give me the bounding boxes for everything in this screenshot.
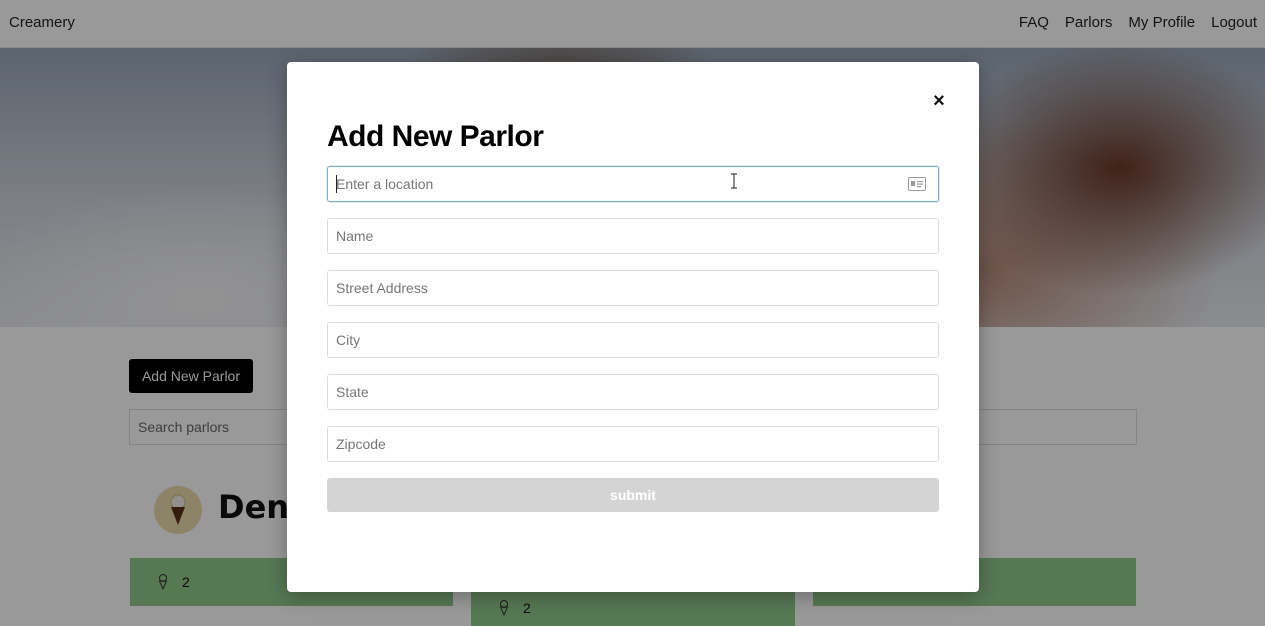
submit-button[interactable]: submit <box>327 478 939 512</box>
add-parlor-modal: × Add New Parlor submit <box>287 62 979 592</box>
modal-title: Add New Parlor <box>327 120 544 153</box>
name-input[interactable] <box>327 218 939 254</box>
city-input[interactable] <box>327 322 939 358</box>
location-input[interactable] <box>327 166 939 202</box>
address-card-icon[interactable] <box>908 177 926 191</box>
zipcode-input[interactable] <box>327 426 939 462</box>
state-input[interactable] <box>327 374 939 410</box>
close-icon[interactable]: × <box>929 90 949 112</box>
street-address-input[interactable] <box>327 270 939 306</box>
text-cursor-icon <box>731 173 737 189</box>
text-caret <box>336 175 337 193</box>
